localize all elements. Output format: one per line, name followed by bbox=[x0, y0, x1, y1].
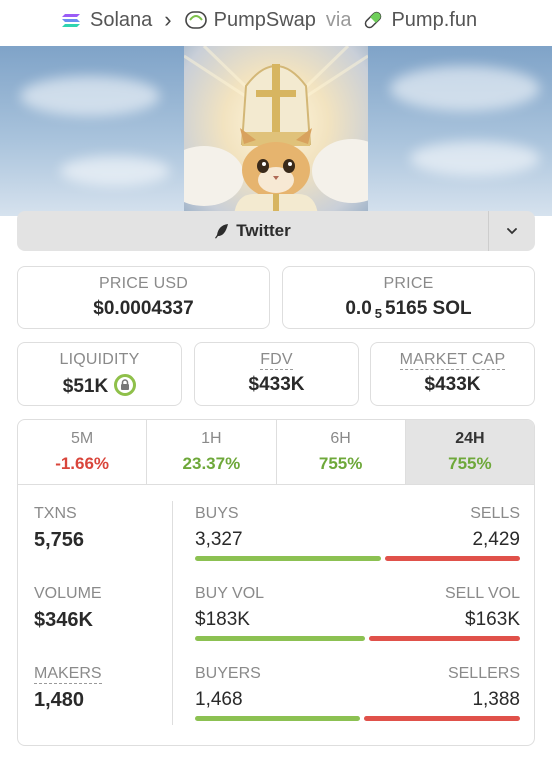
makers-label[interactable]: MAKERS bbox=[34, 665, 102, 684]
traders-split-bar bbox=[195, 716, 520, 721]
price-native-label: PRICE bbox=[383, 275, 434, 292]
txns-metric: TXNS 5,756 bbox=[34, 505, 84, 552]
price-native-value: 0.0 5 5165 SOL bbox=[283, 298, 534, 321]
twitter-label: Twitter bbox=[236, 221, 291, 240]
breadcrumb-dex-label: PumpSwap bbox=[213, 8, 316, 31]
pill-icon bbox=[365, 11, 382, 29]
sell-vol-label: SELL VOL bbox=[444, 585, 520, 602]
pumpswap-icon bbox=[184, 11, 207, 29]
chevron-right-icon: › bbox=[164, 7, 172, 32]
liquidity-label: LIQUIDITY bbox=[59, 351, 140, 368]
makers-metric: MAKERS 1,480 bbox=[34, 665, 102, 712]
twitter-button[interactable]: Twitter bbox=[17, 211, 488, 251]
volume-split-metric: BUY VOL SELL VOL $183K $163K bbox=[195, 585, 520, 641]
more-links-dropdown[interactable] bbox=[488, 211, 535, 251]
token-header-banner bbox=[0, 46, 552, 216]
tab-change: 755% bbox=[318, 454, 363, 473]
metrics-divider bbox=[172, 501, 173, 725]
breadcrumb-via: via bbox=[325, 8, 352, 31]
buy-vol-label: BUY VOL bbox=[195, 585, 265, 602]
fdv-label[interactable]: FDV bbox=[260, 351, 293, 370]
buys-sells-bar bbox=[195, 556, 520, 561]
buy-vol-bar bbox=[195, 636, 365, 641]
sells-label: SELLS bbox=[470, 505, 520, 522]
social-links-bar: Twitter bbox=[17, 211, 535, 251]
timeframe-tabs: 5M -1.66% 1H 23.37% 6H 755% 24H 755% bbox=[18, 420, 534, 485]
tab-6h[interactable]: 6H 755% bbox=[277, 420, 406, 484]
makers-value: 1,480 bbox=[34, 689, 85, 711]
breadcrumb-chain[interactable]: Solana bbox=[60, 8, 152, 32]
chevron-down-icon bbox=[507, 228, 517, 235]
buy-vol-value: $183K bbox=[195, 609, 250, 630]
buyers-label: BUYERS bbox=[195, 665, 261, 682]
breadcrumb: Solana › PumpSwap via Pump.fun bbox=[0, 0, 552, 40]
price-usd-label: PRICE USD bbox=[99, 275, 188, 292]
liquidity-card: LIQUIDITY $51K bbox=[17, 342, 182, 406]
price-usd-card: PRICE USD $0.0004337 bbox=[17, 266, 270, 329]
breadcrumb-chain-label: Solana bbox=[90, 8, 153, 31]
buyers-value: 1,468 bbox=[195, 689, 243, 710]
sells-value: 2,429 bbox=[472, 529, 520, 550]
tab-1h[interactable]: 1H 23.37% bbox=[147, 420, 277, 484]
fdv-value: $433K bbox=[248, 374, 305, 395]
price-native-card: PRICE 0.0 5 5165 SOL bbox=[282, 266, 535, 329]
txns-label: TXNS bbox=[34, 505, 77, 522]
tab-5m[interactable]: 5M -1.66% bbox=[18, 420, 148, 484]
tab-label: 1H bbox=[201, 430, 222, 447]
token-image bbox=[184, 46, 368, 216]
volume-value: $346K bbox=[34, 609, 93, 631]
liquidity-value-row: $51K bbox=[18, 374, 181, 398]
tab-change: -1.66% bbox=[55, 454, 110, 473]
txns-value: 5,756 bbox=[34, 529, 85, 551]
volume-label: VOLUME bbox=[34, 585, 102, 602]
buys-bar bbox=[195, 556, 381, 561]
solana-icon bbox=[62, 14, 80, 27]
buyers-bar bbox=[195, 716, 360, 721]
trading-stats-card: 5M -1.66% 1H 23.37% 6H 755% 24H 755% TXN… bbox=[17, 419, 535, 746]
price-native-prefix: 0.0 bbox=[345, 298, 372, 319]
breadcrumb-launchpad-label: Pump.fun bbox=[391, 8, 478, 31]
tab-24h[interactable]: 24H 755% bbox=[405, 420, 534, 484]
sell-vol-bar bbox=[369, 636, 520, 641]
liquidity-value: $51K bbox=[62, 376, 109, 397]
buys-sells-metric: BUYS SELLS 3,327 2,429 bbox=[195, 505, 520, 561]
feather-icon bbox=[215, 224, 229, 239]
sellers-bar bbox=[364, 716, 520, 721]
tab-label: 5M bbox=[71, 430, 94, 447]
tab-change: 23.37% bbox=[182, 454, 241, 473]
fdv-card: FDV $433K bbox=[194, 342, 359, 406]
sellers-value: 1,388 bbox=[472, 689, 520, 710]
traders-split-metric: BUYERS SELLERS 1,468 1,388 bbox=[195, 665, 520, 721]
price-native-subscript: 5 bbox=[374, 306, 383, 321]
volume-split-bar bbox=[195, 636, 520, 641]
buys-label: BUYS bbox=[195, 505, 239, 522]
buys-value: 3,327 bbox=[195, 529, 243, 550]
tab-label: 6H bbox=[330, 430, 351, 447]
price-native-rest: 5165 SOL bbox=[385, 298, 472, 319]
market-cap-label[interactable]: MARKET CAP bbox=[399, 351, 506, 370]
sells-bar bbox=[385, 556, 520, 561]
sellers-label: SELLERS bbox=[447, 665, 520, 682]
price-usd-value: $0.0004337 bbox=[93, 298, 194, 319]
market-cap-card: MARKET CAP $433K bbox=[370, 342, 535, 406]
metrics-panel: TXNS 5,756 VOLUME $346K MAKERS 1,480 BUY… bbox=[18, 485, 534, 745]
sell-vol-value: $163K bbox=[465, 609, 520, 630]
tab-change: 755% bbox=[448, 454, 492, 473]
market-cap-value: $433K bbox=[424, 374, 481, 395]
volume-metric: VOLUME $346K bbox=[34, 585, 102, 632]
tab-label: 24H bbox=[455, 430, 485, 447]
breadcrumb-launchpad[interactable]: Pump.fun bbox=[361, 8, 477, 32]
breadcrumb-dex[interactable]: PumpSwap bbox=[184, 8, 316, 32]
lock-icon[interactable] bbox=[114, 374, 137, 396]
